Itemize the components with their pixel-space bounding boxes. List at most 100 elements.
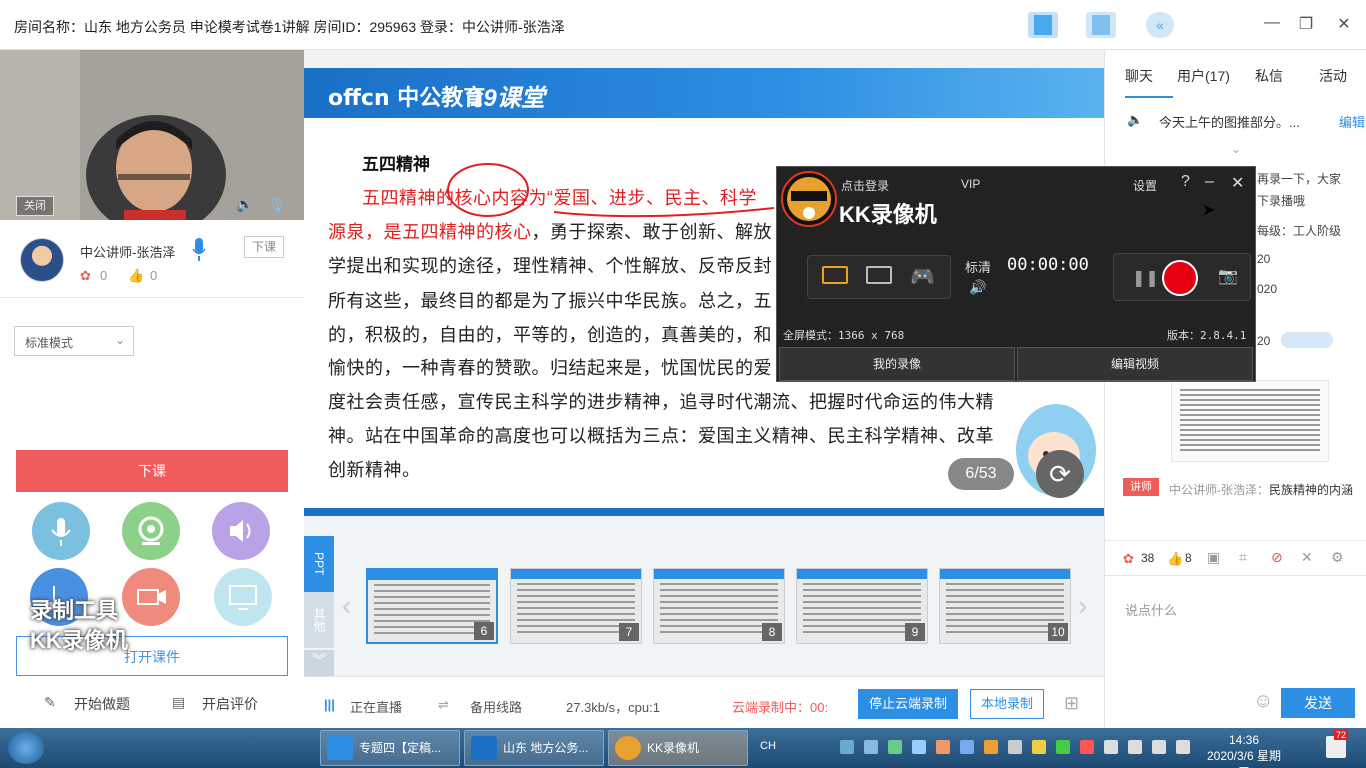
tray-icon[interactable]: [1056, 740, 1070, 754]
pen-annotation: [447, 163, 775, 218]
mic-control-button[interactable]: [32, 502, 90, 560]
emoji-icon[interactable]: ☺: [1253, 690, 1273, 713]
thumbnail-10[interactable]: 10: [939, 568, 1071, 644]
tray-icon[interactable]: [984, 740, 998, 754]
crop-icon[interactable]: ⌗: [1239, 549, 1247, 566]
task-kk[interactable]: KK录像机: [608, 730, 748, 766]
screenshot-icon[interactable]: 📷: [1218, 266, 1238, 286]
ime-indicator[interactable]: CH: [760, 740, 776, 752]
kk-quality[interactable]: 标清: [965, 257, 991, 276]
thumbnail-7[interactable]: 7: [510, 568, 642, 644]
backup-route-link[interactable]: 备用线路: [470, 697, 522, 716]
collapse-icon[interactable]: «: [1146, 12, 1174, 38]
title-bar: 房间名称：山东 地方公务员 申论模考试卷1讲解 房间ID：295963 登录：中…: [0, 0, 1366, 50]
usb-icon[interactable]: [1128, 740, 1142, 754]
tab-ppt[interactable]: PPT: [304, 536, 334, 592]
send-button[interactable]: 发送: [1281, 688, 1355, 718]
tab-other[interactable]: 其他: [304, 592, 334, 648]
slide-line-4: 所有这些，最终目的都是为了振兴中华民族。总之，五: [328, 291, 772, 311]
kk-settings-link[interactable]: 设置: [1133, 177, 1157, 194]
flower-icon[interactable]: ✿: [1123, 551, 1134, 567]
tab-activity[interactable]: 活动: [1319, 66, 1347, 86]
slide-line-2-rest: ，勇于探索、敢于创新、解放: [531, 222, 772, 242]
chat-input[interactable]: 说点什么: [1125, 600, 1177, 619]
tray-icon[interactable]: [1032, 740, 1046, 754]
close-icon[interactable]: ✕: [1334, 14, 1354, 34]
task-classroom[interactable]: 山东 地方公务...: [464, 730, 604, 766]
volume-icon[interactable]: 🔊: [969, 279, 986, 296]
microphone-icon[interactable]: [192, 238, 206, 262]
tools-icon[interactable]: ✕: [1301, 549, 1313, 566]
tray-icon[interactable]: [864, 740, 878, 754]
tab-users[interactable]: 用户(17): [1177, 66, 1230, 86]
game-mode-icon[interactable]: 🎮: [910, 264, 935, 289]
start-eval-link[interactable]: 开启评价: [202, 694, 258, 714]
prev-arrow-icon[interactable]: ‹: [342, 590, 351, 622]
chevron-down-icon[interactable]: ⌄: [1231, 142, 1241, 156]
bell-icon[interactable]: [1008, 740, 1022, 754]
thumbnail-8[interactable]: 8: [653, 568, 785, 644]
network-icon[interactable]: [1176, 740, 1190, 754]
tray-icon[interactable]: [1080, 740, 1094, 754]
tray-icon[interactable]: [840, 740, 854, 754]
clock[interactable]: 14:36 2020/3/6 星期五: [1204, 732, 1284, 768]
video-control-button[interactable]: [122, 568, 180, 626]
teacher-info: 中公讲师-张浩泽 下课 ✿ 0 👍 0: [0, 226, 304, 298]
notice-edit-link[interactable]: 编辑: [1339, 112, 1365, 131]
camera-toggle[interactable]: 关闭: [16, 196, 54, 216]
fullscreen-mode-icon[interactable]: [822, 266, 848, 284]
chat-line: 再录一下，大家: [1257, 172, 1342, 186]
like-icon[interactable]: 👍: [1167, 551, 1183, 567]
end-class-button[interactable]: 下课: [16, 450, 288, 492]
chat-image[interactable]: [1171, 380, 1329, 462]
start-button[interactable]: [8, 732, 44, 764]
thumbnail-9[interactable]: 9: [796, 568, 928, 644]
start-quiz-link[interactable]: 开始做题: [74, 694, 130, 714]
minimize-icon[interactable]: ‒: [1205, 173, 1214, 191]
cam-mic-icon[interactable]: 🎙: [268, 196, 286, 213]
minimize-icon[interactable]: —: [1262, 14, 1282, 32]
next-arrow-icon[interactable]: ›: [1078, 590, 1087, 622]
mode-select[interactable]: 标准模式 ⌄: [14, 326, 134, 356]
microphone-icon: [51, 518, 71, 546]
gear-icon[interactable]: ⚙: [1331, 549, 1344, 566]
grid-icon[interactable]: ⊞: [1064, 693, 1079, 714]
layout-icon[interactable]: [1028, 12, 1058, 38]
kk-login-link[interactable]: 点击登录: [841, 177, 889, 194]
region-mode-icon[interactable]: [866, 266, 892, 284]
mute-icon[interactable]: ⊘: [1271, 549, 1283, 566]
tray-icon[interactable]: [960, 740, 974, 754]
refresh-icon[interactable]: ⟳: [1036, 450, 1084, 498]
help-icon[interactable]: ?: [1181, 173, 1190, 191]
cam-volume-icon[interactable]: 🔈: [236, 196, 253, 213]
camera-control-button[interactable]: [122, 502, 180, 560]
edit-video-button[interactable]: 编辑视频: [1017, 347, 1253, 381]
pause-icon[interactable]: ❚❚: [1132, 268, 1159, 288]
restore-icon[interactable]: ❐: [1296, 14, 1316, 34]
image-icon[interactable]: ▣: [1207, 549, 1220, 566]
record-button[interactable]: [1162, 260, 1198, 296]
tray-icon[interactable]: [888, 740, 902, 754]
stop-cloud-record-button[interactable]: 停止云端录制: [858, 689, 958, 719]
tab-private[interactable]: 私信: [1255, 66, 1283, 86]
live-status: 正在直播: [350, 700, 403, 715]
tray-icon[interactable]: [936, 740, 950, 754]
volume-icon[interactable]: [1152, 740, 1166, 754]
thumbnail-6[interactable]: 6: [366, 568, 498, 644]
my-recordings-button[interactable]: 我的录像: [779, 347, 1015, 381]
local-record-button[interactable]: 本地录制: [970, 689, 1044, 719]
layout-alt-icon[interactable]: [1086, 12, 1116, 38]
avatar: [20, 238, 64, 282]
screen-share-button[interactable]: [214, 568, 272, 626]
close-icon[interactable]: ✕: [1231, 173, 1244, 193]
speaker-control-button[interactable]: [212, 502, 270, 560]
bluetooth-icon[interactable]: [1104, 740, 1118, 754]
collapse-thumbs-icon[interactable]: ︾: [304, 650, 334, 676]
tray-icon[interactable]: [912, 740, 926, 754]
end-class-small-button[interactable]: 下课: [244, 236, 284, 258]
tab-chat[interactable]: 聊天: [1125, 66, 1153, 86]
task-ppt[interactable]: 专题四【定稿...: [320, 730, 460, 766]
route-icon: ⇌: [438, 697, 449, 712]
kk-vip-badge[interactable]: VIP: [961, 177, 980, 191]
thumb-num: 7: [619, 623, 639, 641]
